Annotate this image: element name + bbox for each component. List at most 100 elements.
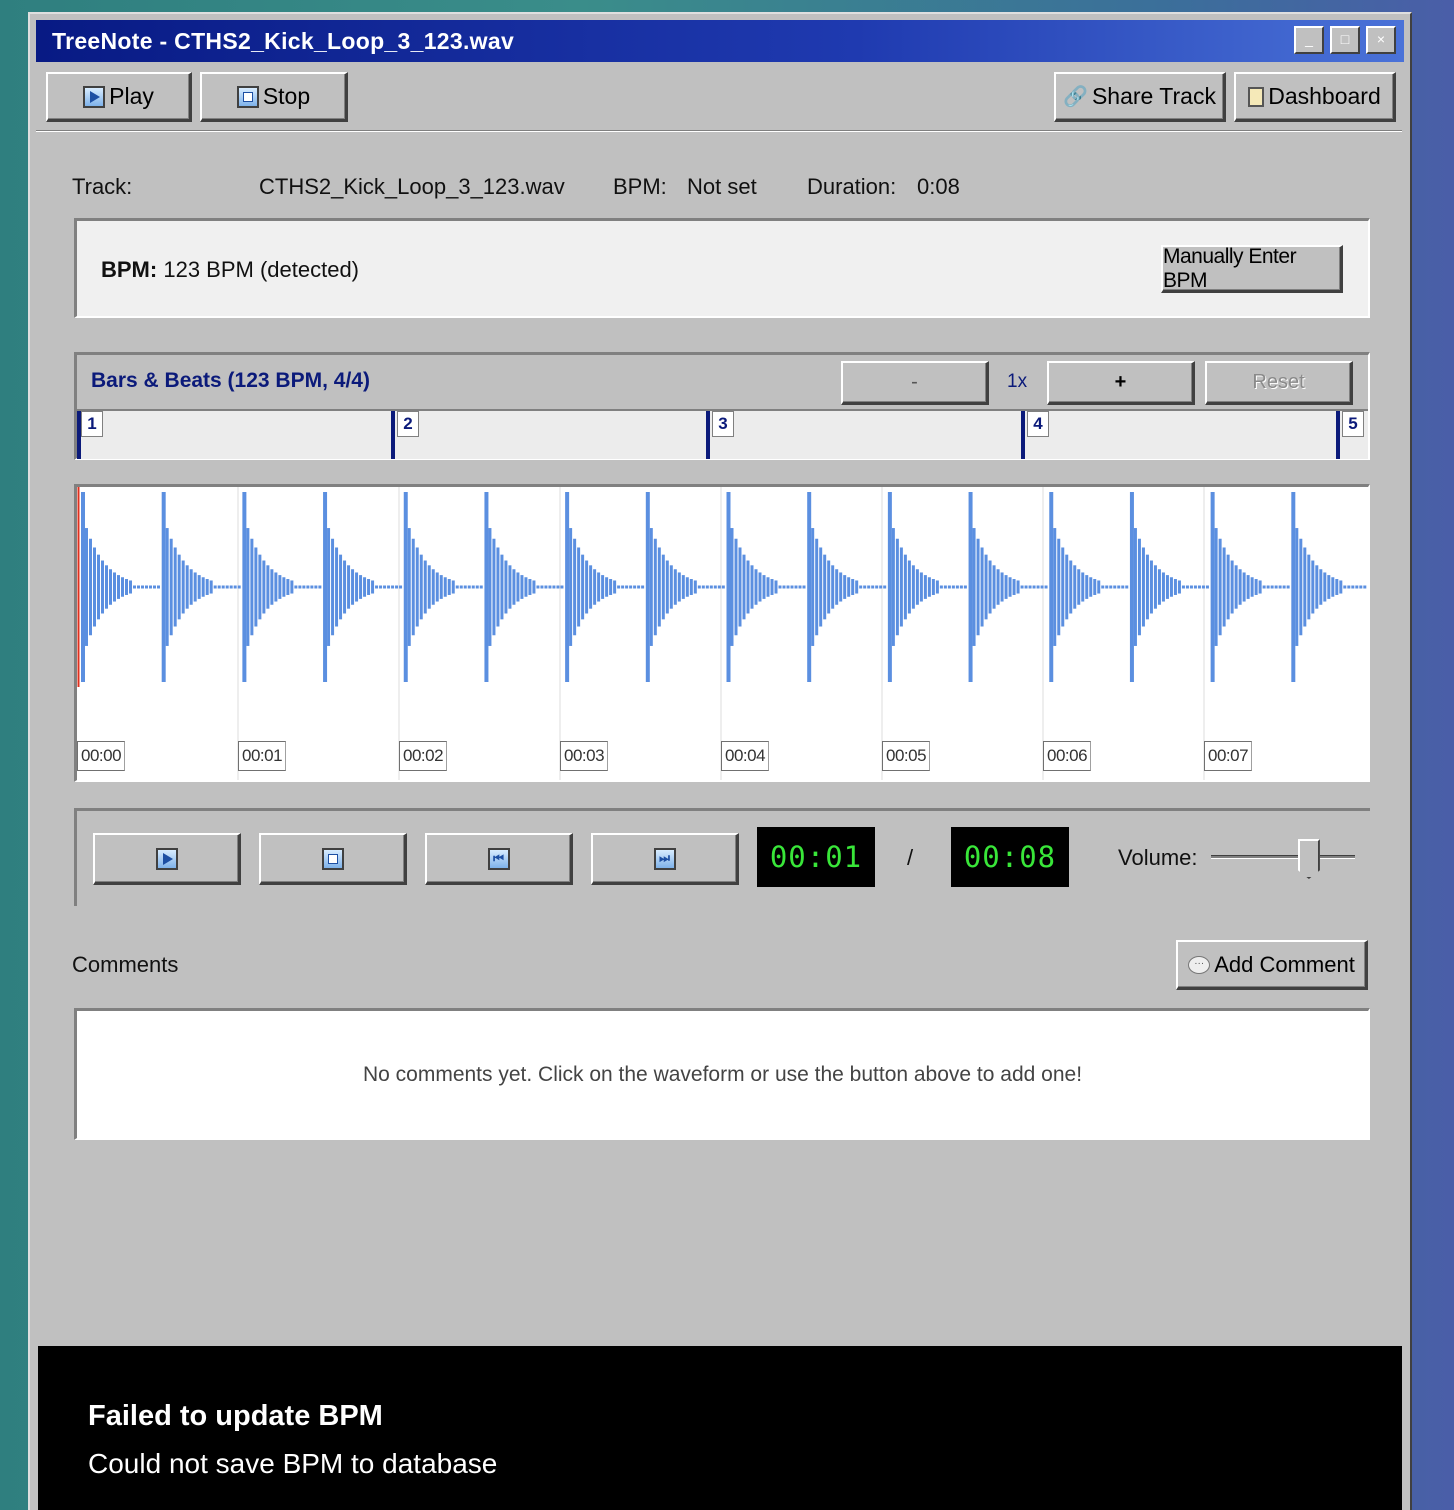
volume-slider-thumb[interactable] [1297, 839, 1320, 879]
waveform-bar [911, 565, 915, 609]
waveform-bar [1327, 575, 1331, 599]
waveform-bar [229, 585, 233, 589]
waveform-bar [141, 585, 144, 589]
waveform-bar [1049, 492, 1054, 682]
zoom-reset-button[interactable]: Reset [1205, 361, 1353, 405]
waveform-bar [959, 585, 963, 589]
waveform-bar [548, 585, 552, 589]
waveform-bar [1335, 579, 1339, 595]
waveform-bar [516, 572, 520, 602]
waveform-bar [237, 585, 241, 589]
waveform-bar [1363, 585, 1367, 589]
waveform-bar [89, 538, 92, 636]
stop-button[interactable]: Stop [200, 72, 348, 122]
waveform-bar [536, 585, 540, 589]
track-value: CTHS2_Kick_Loop_3_123.wav [259, 174, 565, 199]
waveform-bar [1311, 560, 1315, 614]
maximize-button[interactable]: □ [1330, 26, 1360, 54]
waveform-bar [85, 528, 88, 646]
waveform-bar [681, 575, 685, 599]
waveform[interactable] [77, 487, 1368, 780]
play-icon [155, 847, 178, 870]
transport-play-button[interactable] [93, 833, 241, 885]
waveform-bar [217, 585, 221, 589]
waveform-bar [399, 585, 403, 589]
waveform-bar [754, 569, 758, 605]
waveform-bar [617, 585, 621, 589]
waveform-bar [1012, 579, 1016, 595]
timestamp-4: 00:04 [721, 741, 770, 771]
waveform-bar [1153, 565, 1157, 609]
waveform-bar [145, 585, 148, 589]
waveform-panel[interactable]: 00:00 00:01 00:02 00:03 00:04 00:05 00:0… [74, 484, 1370, 782]
waveform-bar [790, 585, 794, 589]
waveform-bar [395, 585, 399, 589]
zoom-in-button[interactable]: + [1047, 361, 1195, 405]
waveform-bar [1077, 569, 1081, 605]
title-bar[interactable]: TreeNote - CTHS2_Kick_Loop_3_123.wav _ □… [36, 20, 1404, 62]
waveform-bar [173, 547, 177, 627]
waveform-bar [645, 492, 650, 682]
waveform-bar [242, 492, 247, 682]
waveform-bar [831, 565, 835, 609]
waveform-bar [1061, 547, 1065, 627]
waveform-bar [451, 580, 455, 594]
waveform-bar [1109, 585, 1113, 589]
waveform-bar [1286, 585, 1290, 589]
waveform-bar [887, 492, 892, 682]
waveform-bar [923, 575, 927, 599]
waveform-bar [359, 575, 363, 599]
add-comment-button[interactable]: ··· Add Comment [1176, 940, 1368, 990]
volume-slider-track[interactable] [1211, 855, 1355, 859]
share-track-button[interactable]: 🔗 Share Track [1054, 72, 1226, 122]
waveform-bar [980, 547, 984, 627]
waveform-bar [262, 560, 266, 614]
close-button[interactable]: × [1366, 26, 1396, 54]
waveform-bar [1291, 492, 1296, 682]
waveform-bar [871, 585, 875, 589]
waveform-bar [669, 565, 673, 609]
waveform-bar [1197, 585, 1201, 589]
waveform-bar [1093, 579, 1097, 595]
waveform-bar [165, 528, 169, 646]
waveform-bar [540, 585, 544, 589]
waveform-bar [1117, 585, 1121, 589]
waveform-bar [310, 585, 314, 589]
waveform-bar [1137, 538, 1141, 636]
waveform-bar [282, 577, 286, 597]
play-button[interactable]: Play [46, 72, 192, 122]
app-window: TreeNote - CTHS2_Kick_Loop_3_123.wav _ □… [28, 12, 1412, 1510]
waveform-bar [1069, 560, 1073, 614]
transport-stop-button[interactable] [259, 833, 407, 885]
waveform-bar [815, 538, 819, 636]
waveform-bar [274, 572, 278, 602]
waveform-bar [927, 577, 931, 597]
transport-rewind-button[interactable]: ⏮ [425, 833, 573, 885]
manual-bpm-button[interactable]: Manually Enter BPM [1161, 245, 1343, 293]
transport-forward-button[interactable]: ⏭ [591, 833, 739, 885]
waveform-bar [149, 585, 152, 589]
bar-ruler[interactable]: 1 2 3 4 5 [77, 409, 1368, 459]
waveform-bar [677, 572, 681, 602]
waveform-bar [593, 569, 597, 605]
dashboard-button[interactable]: Dashboard [1234, 72, 1396, 122]
duration-value: 0:08 [917, 174, 960, 199]
waveform-bar [653, 538, 657, 636]
waveform-bar [726, 492, 731, 682]
zoom-out-button[interactable]: - [841, 361, 989, 405]
waveform-bar [762, 575, 766, 599]
waveform-bar [1254, 579, 1258, 595]
waveform-bar [867, 585, 871, 589]
waveform-bar [807, 492, 812, 682]
waveform-bar [996, 569, 1000, 605]
waveform-bar [1339, 580, 1343, 594]
minimize-button[interactable]: _ [1294, 26, 1324, 54]
waveform-bar [246, 528, 250, 646]
waveform-bar [1032, 585, 1036, 589]
waveform-bar [383, 585, 387, 589]
waveform-bar [1020, 585, 1024, 589]
waveform-bar [943, 585, 947, 589]
waveform-bar [371, 580, 375, 594]
waveform-bar [1121, 585, 1125, 589]
waveform-bar [471, 585, 475, 589]
